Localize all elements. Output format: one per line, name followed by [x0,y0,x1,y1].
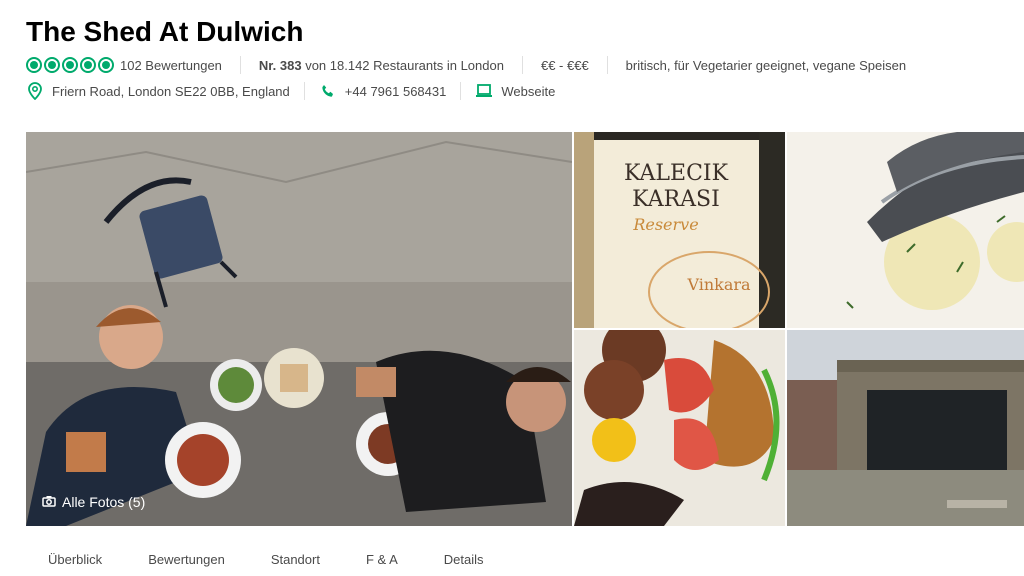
rating-bubble-icon [80,57,96,73]
laptop-icon [475,82,493,100]
camera-icon [42,494,56,510]
divider [303,82,305,100]
wine-label-line-2: KARASI [632,187,720,212]
all-photos-button[interactable]: Alle Fotos (5) [42,494,145,510]
rating-bubble-icon [26,57,42,73]
cuisine-list[interactable]: britisch, für Vegetarier geeignet, vegan… [626,58,906,73]
tab-details[interactable]: Details [444,552,484,567]
section-tabs: Überblick Bewertungen Standort F & A Det… [26,552,508,567]
chefs-photo-illustration [26,132,572,526]
summary-row: 102 Bewertungen Nr. 383 von 18.142 Resta… [26,56,906,74]
all-photos-label: Alle Fotos (5) [62,494,146,510]
plated-dish-photo[interactable] [574,330,785,526]
tab-overview[interactable]: Überblick [48,552,102,567]
tab-location[interactable]: Standort [271,552,320,567]
wine-label-line-3: Reserve [632,215,698,234]
divider [606,56,608,74]
price-range: €€ - €€€ [540,57,589,73]
main-photo-two-chefs[interactable]: Alle Fotos (5) [26,132,572,526]
contact-row: Friern Road, London SE22 0BB, England +4… [26,81,555,101]
shed-exterior-photo[interactable] [787,330,1024,526]
phone-link[interactable]: +44 7961 568431 [345,84,447,99]
website-link[interactable]: Webseite [501,84,555,99]
rating-bubbles[interactable] [26,57,114,73]
photo-gallery: Alle Fotos (5) KALECIK KARASI Reserve Vi… [26,132,1024,526]
reviews-link[interactable]: 102 Bewertungen [120,58,222,73]
rating-bubble-icon [44,57,60,73]
wine-label-line-4: Vinkara [686,275,751,294]
address-link[interactable]: Friern Road, London SE22 0BB, England [52,84,290,99]
dish-illustration [574,330,785,526]
rating-bubble-icon [62,57,78,73]
restaurant-title: The Shed At Dulwich [26,16,304,47]
tab-reviews[interactable]: Bewertungen [148,552,225,567]
wine-bottle-photo[interactable]: KALECIK KARASI Reserve Vinkara [574,132,785,328]
ranking-text[interactable]: Nr. 383 von 18.142 Restaurants in London [259,58,504,73]
wine-illustration: KALECIK KARASI Reserve Vinkara [574,132,785,328]
divider [460,82,462,100]
divider [239,56,241,74]
shed-illustration [787,330,1024,526]
phone-icon [319,82,337,100]
rank-suffix: von 18.142 Restaurants in London [305,57,504,73]
divider [521,56,523,74]
rank-number: Nr. 383 [258,57,302,73]
location-pin-icon [26,82,44,100]
tab-qa[interactable]: F & A [366,552,398,567]
rating-bubble-icon [98,57,114,73]
fish-potato-photo[interactable] [787,132,1024,328]
fish-illustration [787,132,1024,328]
wine-label-line-1: KALECIK [624,161,729,186]
